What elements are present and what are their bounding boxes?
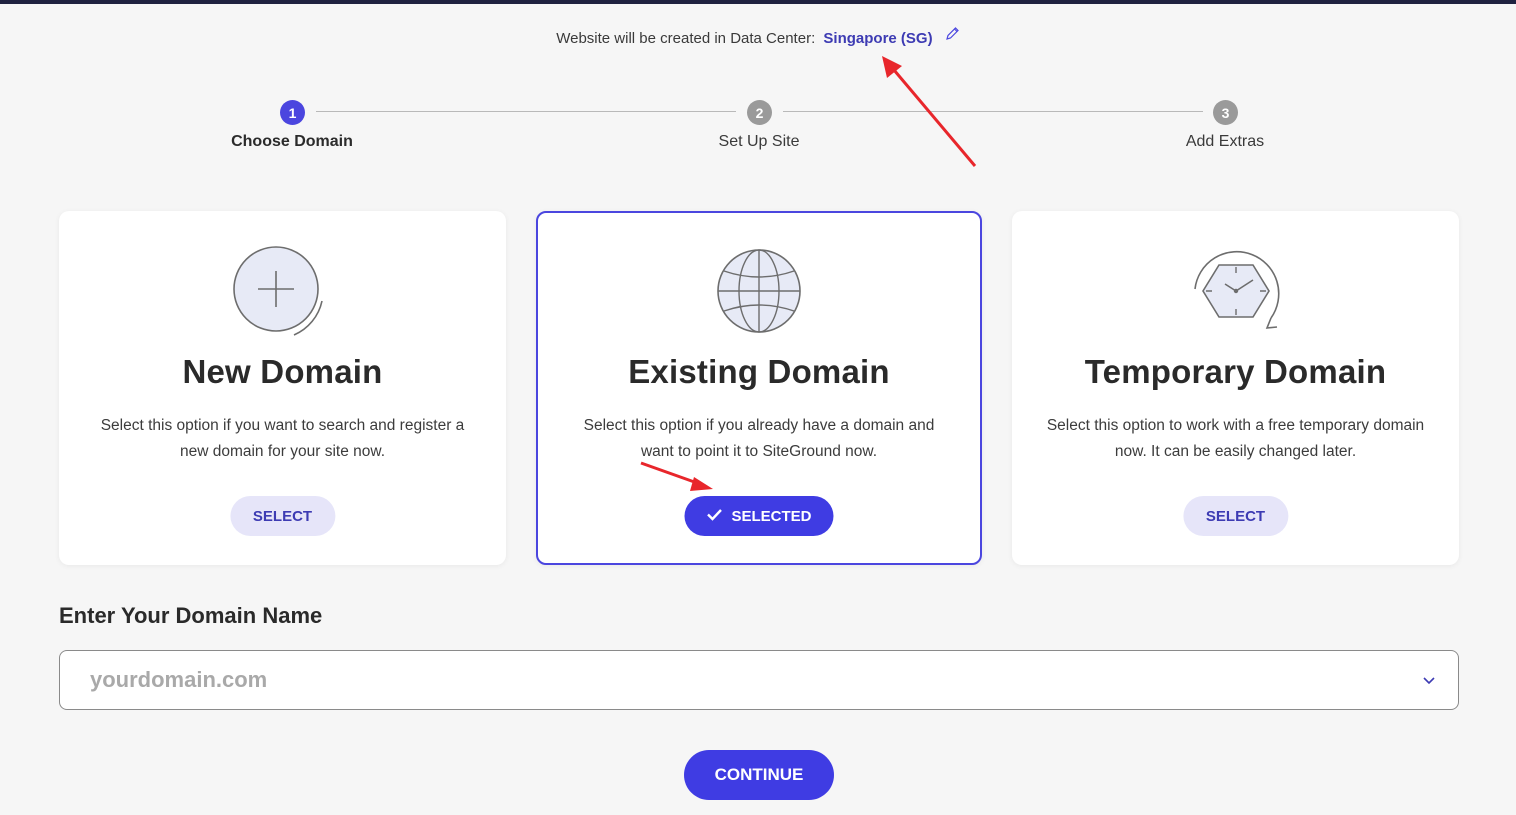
card-description: Select this option if you want to search… — [100, 417, 465, 460]
clock-icon — [1014, 243, 1457, 343]
domain-name-input[interactable] — [60, 651, 1400, 709]
datacenter-value[interactable]: Singapore (SG) — [823, 30, 932, 47]
card-title: New Domain — [182, 353, 383, 390]
continue-button[interactable]: CONTINUE — [684, 750, 834, 800]
step-3-indicator: 3 — [1213, 100, 1238, 125]
selected-label: SELECTED — [731, 507, 812, 525]
checkmark-icon — [706, 508, 722, 525]
datacenter-info: Website will be created in Data Center: … — [0, 26, 1516, 47]
globe-icon — [538, 243, 980, 343]
top-bar — [0, 0, 1516, 4]
card-title: Temporary Domain — [1084, 353, 1387, 390]
card-title: Existing Domain — [628, 353, 890, 390]
step-2-label: Set Up Site — [718, 133, 800, 150]
step-1-label: Choose Domain — [231, 133, 353, 150]
domain-input-container[interactable] — [59, 650, 1459, 710]
card-description: Select this option to work with a free t… — [1046, 417, 1425, 460]
step-2-indicator: 2 — [747, 100, 772, 125]
pencil-icon[interactable] — [945, 26, 960, 45]
card-temporary-domain[interactable]: Temporary Domain Select this option to w… — [1012, 211, 1459, 565]
plus-circle-icon — [61, 243, 504, 343]
step-1-indicator: 1 — [280, 100, 305, 125]
domain-name-heading: Enter Your Domain Name — [59, 603, 323, 628]
step-connector — [316, 111, 736, 112]
step-3-label: Add Extras — [1185, 133, 1265, 150]
card-description: Select this option if you already have a… — [583, 417, 935, 460]
datacenter-prefix: Website will be created in Data Center: — [556, 30, 816, 47]
select-temporary-domain-button[interactable]: SELECT — [1182, 496, 1289, 536]
card-existing-domain[interactable]: Existing Domain Select this option if yo… — [536, 211, 982, 565]
chevron-down-icon[interactable] — [1422, 673, 1436, 692]
card-new-domain[interactable]: New Domain Select this option if you wan… — [59, 211, 506, 565]
selected-existing-domain-button[interactable]: SELECTED — [684, 496, 834, 536]
select-new-domain-button[interactable]: SELECT — [229, 496, 336, 536]
step-connector — [783, 111, 1203, 112]
